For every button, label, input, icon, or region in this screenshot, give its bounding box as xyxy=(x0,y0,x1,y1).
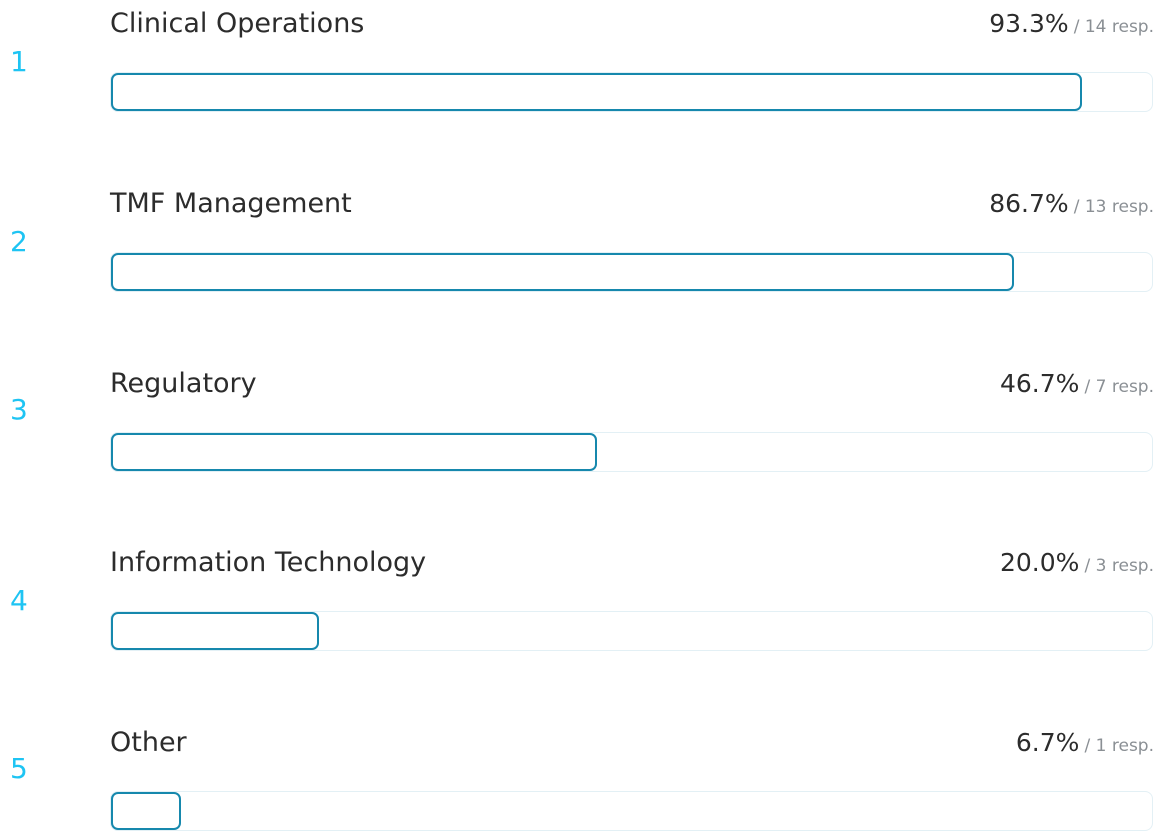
response-count-label: / 13 resp. xyxy=(1073,197,1154,217)
bar-track xyxy=(110,72,1153,112)
response-count-label: / 14 resp. xyxy=(1073,17,1154,37)
percent-label: 20.0% xyxy=(1000,548,1080,577)
value-stat: 46.7% / 7 resp. xyxy=(1000,368,1154,403)
chart-row: 1 Clinical Operations 93.3% / 14 resp. xyxy=(0,8,1164,118)
bar-fill xyxy=(111,792,181,830)
bar-fill xyxy=(111,612,319,650)
category-label: TMF Management xyxy=(110,188,352,219)
bar-track xyxy=(110,791,1153,831)
response-count-label: / 1 resp. xyxy=(1084,736,1154,756)
bar-fill xyxy=(111,253,1014,291)
chart-row: 4 Information Technology 20.0% / 3 resp. xyxy=(0,547,1164,657)
chart-row: 3 Regulatory 46.7% / 7 resp. xyxy=(0,368,1164,478)
bar-fill xyxy=(111,433,597,471)
response-count-label: / 7 resp. xyxy=(1084,377,1154,397)
value-stat: 86.7% / 13 resp. xyxy=(989,188,1154,223)
rank-number: 1 xyxy=(10,45,28,78)
value-stat: 93.3% / 14 resp. xyxy=(989,8,1154,43)
ranked-bar-chart: 1 Clinical Operations 93.3% / 14 resp. 2 TMF… xyxy=(0,0,1164,831)
percent-label: 6.7% xyxy=(1015,728,1080,757)
percent-label: 46.7% xyxy=(1000,369,1080,398)
category-label: Other xyxy=(110,727,187,758)
rank-number: 5 xyxy=(10,752,28,785)
bar-track xyxy=(110,252,1153,292)
value-stat: 6.7% / 1 resp. xyxy=(1016,727,1154,762)
value-stat: 20.0% / 3 resp. xyxy=(1000,547,1154,582)
bar-fill xyxy=(111,73,1082,111)
rank-number: 3 xyxy=(10,393,28,426)
rank-number: 2 xyxy=(10,225,28,258)
rank-number: 4 xyxy=(10,584,28,617)
category-label: Regulatory xyxy=(110,368,257,399)
response-count-label: / 3 resp. xyxy=(1084,556,1154,576)
bar-track xyxy=(110,611,1153,651)
chart-row: 2 TMF Management 86.7% / 13 resp. xyxy=(0,188,1164,298)
percent-label: 93.3% xyxy=(989,9,1069,38)
category-label: Information Technology xyxy=(110,547,427,578)
category-label: Clinical Operations xyxy=(110,8,365,39)
bar-track xyxy=(110,432,1153,472)
percent-label: 86.7% xyxy=(989,189,1069,218)
